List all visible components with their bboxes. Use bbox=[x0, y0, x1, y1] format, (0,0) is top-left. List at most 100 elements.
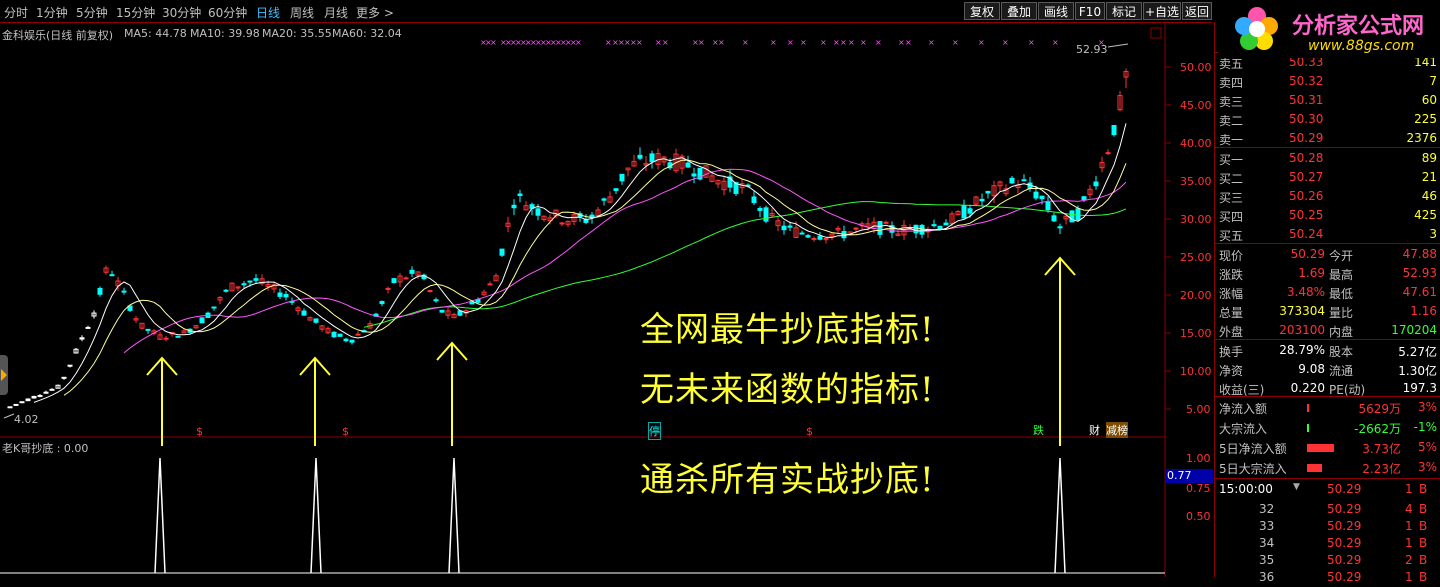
signal-x-marker: × bbox=[978, 38, 985, 47]
quote-label: 总量 bbox=[1219, 306, 1244, 320]
event-marker-reduce[interactable]: 减榜 bbox=[1106, 422, 1128, 438]
candle-body bbox=[7, 406, 13, 409]
candle-body bbox=[79, 337, 85, 340]
candle-body bbox=[1105, 152, 1111, 155]
candle-body bbox=[883, 221, 889, 224]
tick-side: B bbox=[1419, 536, 1428, 550]
tick-price: 50.29 bbox=[1327, 519, 1362, 533]
fundamental-label: 换手 bbox=[1219, 345, 1244, 359]
candle-body bbox=[223, 289, 229, 292]
bid-label: 买四 bbox=[1219, 210, 1244, 224]
indicator-tick: 0.75 bbox=[1186, 482, 1211, 495]
price-tick: 10.00 bbox=[1180, 365, 1212, 378]
bid-row[interactable]: 买五 50.24 3 bbox=[1215, 225, 1440, 244]
signal-x-marker: × bbox=[490, 38, 497, 47]
candle-body bbox=[799, 232, 805, 235]
signal-x-marker: × bbox=[636, 38, 643, 47]
candle-body bbox=[163, 337, 169, 340]
quote-label: 涨幅 bbox=[1219, 287, 1244, 301]
candle-body bbox=[331, 331, 337, 338]
chevron-down-icon[interactable]: ▼ bbox=[1293, 482, 1300, 492]
bid-row[interactable]: 买三 50.26 46 bbox=[1215, 187, 1440, 206]
low-pointer-line bbox=[3, 413, 15, 419]
flower-logo-icon bbox=[1235, 7, 1278, 50]
tick-row[interactable]: 36 50.29 1 B bbox=[1215, 568, 1440, 587]
quote-value: 373304 bbox=[1279, 304, 1325, 318]
candle-body bbox=[985, 190, 991, 194]
bid-volume: 3 bbox=[1429, 227, 1437, 241]
signal-x-marker: × bbox=[575, 38, 582, 47]
candle-body bbox=[619, 173, 625, 182]
ask-label: 卖一 bbox=[1219, 133, 1244, 147]
quote-value: 3.48% bbox=[1286, 285, 1325, 299]
candle-body bbox=[1093, 181, 1099, 187]
flow-pct: 3% bbox=[1417, 460, 1437, 474]
candle-body bbox=[67, 364, 73, 367]
fundamental-value: 28.79% bbox=[1279, 343, 1325, 357]
ask-volume: 7 bbox=[1429, 74, 1437, 88]
event-marker[interactable]: $ bbox=[342, 425, 349, 438]
candle-body bbox=[601, 198, 607, 201]
quote-row: 涨跌 1.69 最高 52.93 bbox=[1215, 264, 1440, 283]
ask-price: 50.29 bbox=[1289, 131, 1324, 145]
candle-body bbox=[943, 222, 949, 226]
quote-row: 现价 50.29 今开 47.88 bbox=[1215, 245, 1440, 264]
tick-side: B bbox=[1419, 570, 1428, 584]
bid-row[interactable]: 买一 50.28 89 bbox=[1215, 149, 1440, 168]
quote-value: 170204 bbox=[1391, 323, 1437, 337]
tick-price: 50.29 bbox=[1327, 553, 1362, 567]
flow-pct: -1% bbox=[1413, 420, 1437, 434]
tick-side: B bbox=[1419, 482, 1428, 496]
tick-index: 36 bbox=[1259, 570, 1275, 584]
quote-label: 今开 bbox=[1329, 249, 1354, 263]
quote-row: 总量 373304 量比 1.16 bbox=[1215, 302, 1440, 321]
bid-row[interactable]: 买四 50.25 425 bbox=[1215, 206, 1440, 225]
signal-x-marker: × bbox=[770, 38, 777, 47]
ask-row[interactable]: 卖一 50.29 2376 bbox=[1215, 129, 1440, 148]
signal-x-marker: × bbox=[848, 38, 855, 47]
quote-row: 外盘 203100 内盘 170204 bbox=[1215, 321, 1440, 340]
bid-label: 买一 bbox=[1219, 153, 1244, 167]
event-marker-finance[interactable]: 财 bbox=[1089, 422, 1100, 438]
bid-price: 50.28 bbox=[1289, 151, 1324, 165]
candle-body bbox=[877, 221, 883, 235]
low-price-label: 4.02 bbox=[14, 413, 39, 426]
tick-index: 32 bbox=[1259, 502, 1275, 516]
candle-body bbox=[781, 225, 787, 231]
candle-body bbox=[931, 224, 937, 227]
bid-label: 买五 bbox=[1219, 229, 1244, 243]
candle-body bbox=[199, 317, 205, 324]
tick-index: 35 bbox=[1259, 553, 1275, 567]
price-tick: 30.00 bbox=[1180, 213, 1212, 226]
indicator-spike bbox=[448, 457, 460, 574]
ask-row[interactable]: 卖四 50.32 7 bbox=[1215, 72, 1440, 91]
flow-bar bbox=[1307, 404, 1309, 412]
flow-label: 大宗流入 bbox=[1219, 422, 1268, 436]
promo-line-2: 无未来函数的指标! bbox=[640, 370, 935, 410]
event-marker[interactable]: $ bbox=[196, 425, 203, 438]
kline-chart[interactable]: ××× ×××××××××××××××× × × × × × × × × × × × × × × × × × × × × ×… bbox=[0, 0, 1212, 577]
ask-row[interactable]: 卖三 50.31 60 bbox=[1215, 91, 1440, 110]
event-marker-drop[interactable]: 跌 bbox=[1033, 422, 1044, 438]
signal-x-marker: × bbox=[800, 38, 807, 47]
ask-row[interactable]: 卖二 50.30 225 bbox=[1215, 110, 1440, 129]
quote-label: 外盘 bbox=[1219, 325, 1244, 339]
event-marker-halt[interactable]: 停 bbox=[648, 422, 661, 440]
tick-volume: 1 bbox=[1405, 536, 1413, 550]
price-tick: 40.00 bbox=[1180, 137, 1212, 150]
signal-x-marker: × bbox=[860, 38, 867, 47]
candle-body bbox=[487, 283, 493, 286]
side-panel-toggle[interactable] bbox=[0, 355, 8, 395]
signal-x-marker: × bbox=[820, 38, 827, 47]
signal-x-marker: × bbox=[605, 38, 612, 47]
ma5-line bbox=[33, 123, 1127, 403]
candle-body bbox=[277, 292, 283, 297]
signal-x-marker: × bbox=[840, 38, 847, 47]
event-marker[interactable]: $ bbox=[806, 425, 813, 438]
bid-row[interactable]: 买二 50.27 21 bbox=[1215, 168, 1440, 187]
flow-bar bbox=[1307, 464, 1322, 472]
candle-body bbox=[301, 310, 307, 316]
signal-x-marker: × bbox=[662, 38, 669, 47]
candle-body bbox=[1111, 125, 1117, 136]
tick-header-row[interactable]: 15:00:00 ▼ 50.29 1 B bbox=[1215, 480, 1440, 499]
